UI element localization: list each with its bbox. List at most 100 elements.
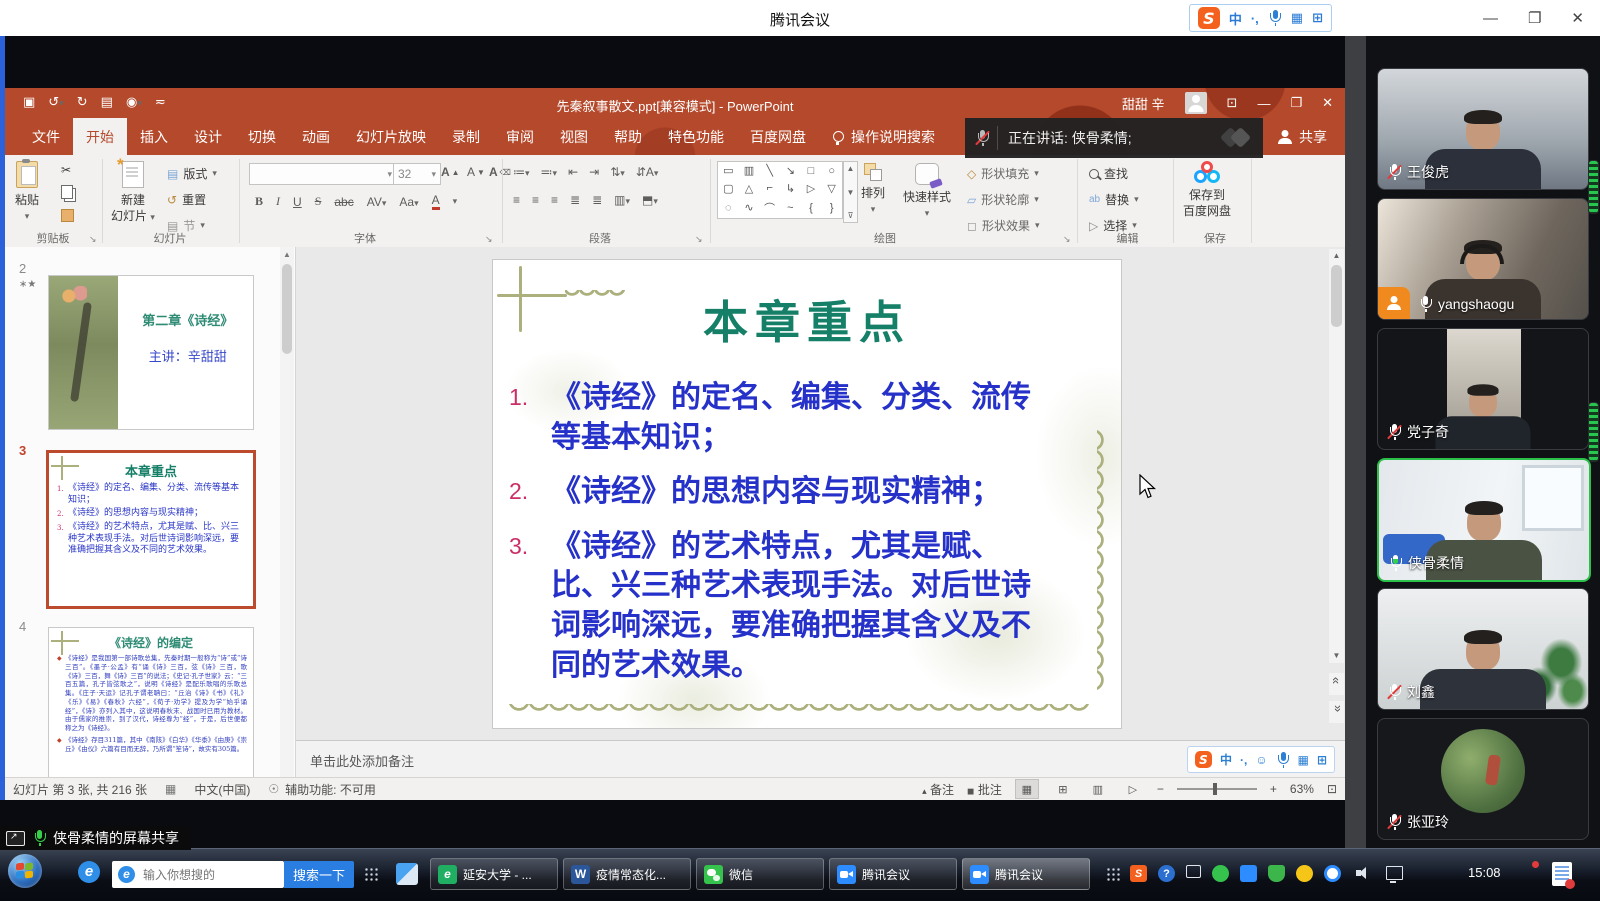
zoom-out-button[interactable]: − [1157, 782, 1164, 796]
search-input[interactable] [141, 867, 265, 883]
tab-design[interactable]: 设计 [181, 118, 235, 155]
reading-view-button[interactable]: ▥ [1087, 780, 1109, 798]
account-avatar[interactable] [1185, 92, 1207, 114]
tab-review[interactable]: 审阅 [493, 118, 547, 155]
scrollbar-thumb[interactable] [282, 264, 292, 354]
taskbar-window-wechat[interactable]: 微信 [696, 858, 824, 890]
zoom-in-button[interactable]: + [1270, 782, 1277, 796]
shape-icon[interactable]: ◌ [725, 202, 732, 214]
fit-to-window-button[interactable]: ⊡ [1327, 782, 1337, 796]
notes-pane[interactable]: 单击此处添加备注 S 中 ·, ☺ ▦ ⊞ [296, 740, 1345, 778]
tab-view[interactable]: 视图 [547, 118, 601, 155]
clipboard-dialog-launcher[interactable]: ↘ [89, 234, 97, 245]
ime-mic-icon[interactable] [1268, 10, 1282, 26]
window-tray-icon[interactable] [1186, 865, 1201, 878]
ppt-share-button[interactable]: 共享 [1269, 118, 1335, 155]
accessibility-status[interactable]: 辅助功能: 不可用 [285, 781, 376, 798]
text-shadow-button[interactable]: abc [334, 195, 353, 209]
thumbnail-scrollbar[interactable]: ▲ [280, 247, 294, 778]
ime-punct-icon[interactable]: ·, [1251, 11, 1259, 26]
ime-keyboard-icon[interactable]: ▦ [1291, 10, 1303, 26]
ppt-minimize-button[interactable]: — [1257, 96, 1270, 111]
change-case-button[interactable]: Aa▾ [399, 195, 418, 209]
tiles-launcher-icon[interactable] [396, 863, 418, 885]
shape-gallery-scroll[interactable]: ▲▼⊽ [843, 161, 858, 223]
ime-toolbox-icon[interactable]: ⊞ [1312, 10, 1323, 26]
tab-help[interactable]: 帮助 [601, 118, 655, 155]
text-direction-button[interactable]: ⇵A▾ [636, 165, 659, 179]
italic-button[interactable]: I [276, 194, 280, 209]
shape-icon[interactable]: } [830, 202, 834, 214]
shape-icon[interactable]: ↳ [786, 182, 795, 195]
scroll-down-icon[interactable]: ▼ [1329, 649, 1344, 663]
font-size-combo[interactable]: 32▾ [393, 163, 441, 185]
previous-slide-button[interactable]: « [1329, 673, 1344, 695]
shape-icon[interactable]: { [809, 202, 813, 214]
shape-icon[interactable]: □ [808, 165, 815, 177]
format-painter-button[interactable] [61, 209, 74, 222]
ppt-close-button[interactable]: ✕ [1322, 95, 1333, 111]
ime-lang-icon[interactable]: 中 [1220, 751, 1232, 768]
bold-button[interactable]: B [255, 194, 263, 209]
sogou-tray-icon[interactable]: S [1130, 865, 1147, 882]
shape-icon[interactable]: ~ [787, 202, 793, 214]
distribute-button[interactable]: ≣ [592, 193, 602, 207]
tab-record[interactable]: 录制 [439, 118, 493, 155]
app-grid-icon[interactable] [364, 867, 378, 881]
tab-home[interactable]: 开始 [73, 118, 127, 155]
bullets-button[interactable]: ≔▾ [513, 165, 530, 179]
tab-animations[interactable]: 动画 [289, 118, 343, 155]
scroll-up-icon[interactable]: ▲ [280, 247, 294, 262]
comments-toggle[interactable]: ◼ 批注 [967, 781, 1002, 798]
taskbar-clock[interactable]: 15:08 [1468, 865, 1501, 880]
reset-button[interactable]: ↺重置 [167, 191, 206, 208]
slide-sorter-button[interactable]: ⊞ [1052, 780, 1074, 798]
notes-tray-icon[interactable] [1552, 862, 1572, 886]
scrollbar-thumb[interactable] [1331, 265, 1342, 327]
shape-icon[interactable]: ⌐ [766, 182, 772, 194]
strikethrough-button[interactable]: S [315, 194, 322, 209]
next-slide-button[interactable]: « [1329, 701, 1344, 723]
tab-slideshow[interactable]: 幻灯片放映 [343, 118, 439, 155]
minimize-button[interactable]: — [1483, 10, 1498, 27]
shape-icon[interactable]: ▢ [723, 182, 733, 195]
tab-transitions[interactable]: 切换 [235, 118, 289, 155]
quick-styles-button[interactable]: 快速样式 ▾ [903, 163, 951, 219]
maximize-button[interactable]: ❐ [1528, 9, 1541, 27]
tab-baidu[interactable]: 百度网盘 [737, 118, 819, 155]
align-right-button[interactable]: ≡ [551, 193, 558, 207]
shape-icon[interactable]: ∿ [744, 201, 753, 214]
copy-button[interactable] [61, 185, 73, 199]
search-go-button[interactable]: 搜索一下 [284, 861, 354, 888]
participant-tile[interactable]: yangshaogu [1377, 198, 1589, 320]
numbering-button[interactable]: ≕▾ [541, 165, 558, 179]
align-left-button[interactable]: ≡ [513, 193, 520, 207]
slide-thumbnail-2[interactable]: 第二章《诗经》 主讲：辛甜甜 [48, 275, 254, 430]
shape-gallery[interactable]: ▭▥╲↘□○ ▢△⌐↳▷▽ ◌∿⌒~{} [717, 161, 843, 219]
decrease-indent-button[interactable]: ⇤ [568, 165, 578, 179]
taskbar-window-yanan[interactable]: e 延安大学 - ... [430, 858, 558, 890]
ppt-restore-button[interactable]: ❐ [1290, 95, 1302, 111]
layout-button[interactable]: ▤版式▾ [167, 165, 217, 182]
scroll-up-icon[interactable]: ▲ [1329, 249, 1344, 263]
language-status[interactable]: 中文(中国) [194, 781, 250, 798]
shrink-font-button[interactable]: A▼ [467, 165, 485, 179]
volume-icon[interactable] [1356, 867, 1370, 879]
slide-thumbnail-3[interactable]: 本章重点 1.《诗经》的定名、编集、分类、流传等基本知识； 2.《诗经》的思想内… [46, 450, 256, 609]
zoom-slider-thumb[interactable] [1213, 783, 1217, 795]
shape-icon[interactable]: ▥ [744, 164, 754, 177]
tab-file[interactable]: 文件 [19, 118, 73, 155]
tab-special[interactable]: 特色功能 [655, 118, 737, 155]
taskbar-window-word[interactable]: W 疫情常态化... [563, 858, 691, 890]
slide-title[interactable]: 本章重点 [493, 286, 1121, 351]
participant-tile[interactable]: 刘鑫 [1377, 588, 1589, 710]
shape-icon[interactable]: ▭ [723, 164, 733, 177]
zoom-slider[interactable] [1177, 788, 1257, 790]
increase-indent-button[interactable]: ⇥ [589, 165, 599, 179]
font-color-dropdown[interactable]: ▾ [453, 196, 458, 207]
cut-button[interactable]: ✂ [61, 163, 71, 177]
columns-button[interactable]: ▥▾ [614, 193, 630, 207]
shape-fill-button[interactable]: ◇形状填充▾ [967, 165, 1039, 182]
shape-icon[interactable]: ⌒ [764, 200, 775, 216]
browser-icon[interactable]: e [78, 861, 100, 883]
